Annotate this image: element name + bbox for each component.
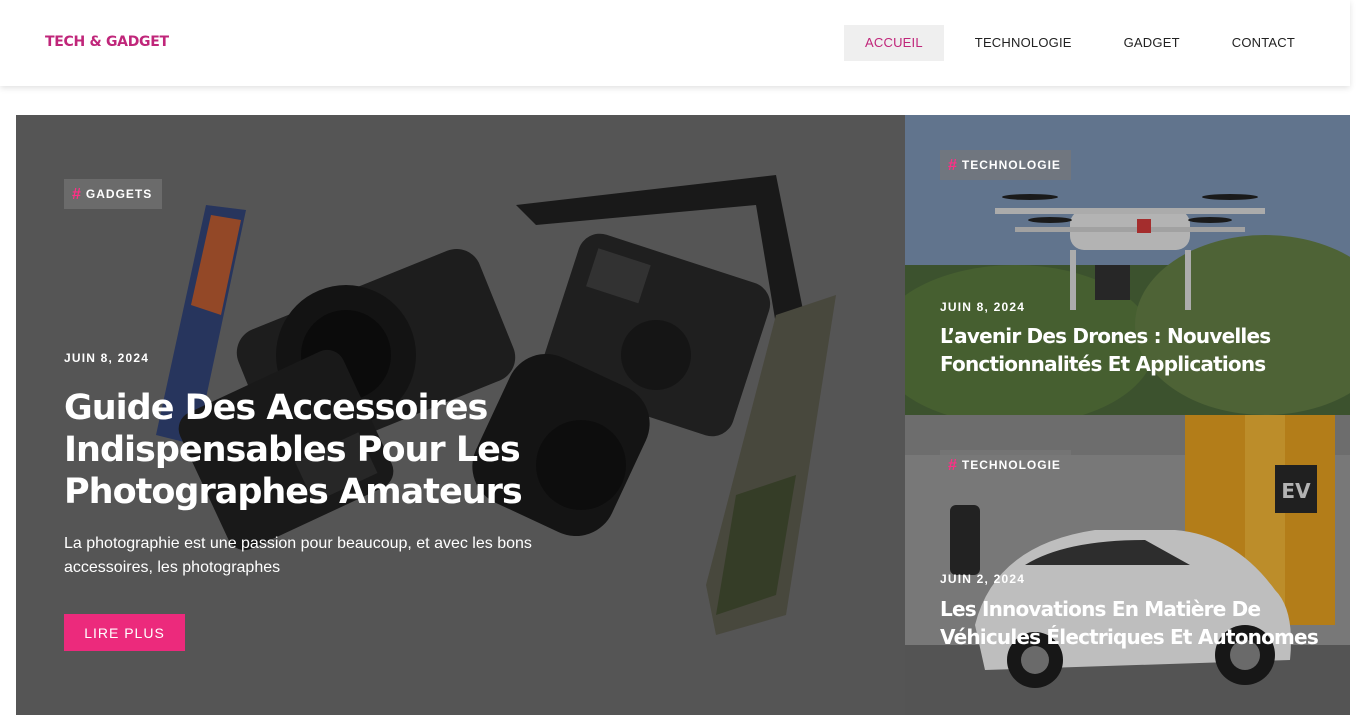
category-tag[interactable]: # TECHNOLOGIE xyxy=(940,450,1071,480)
post-date: JUIN 8, 2024 xyxy=(940,300,1026,314)
post-title[interactable]: L’avenir Des Drones : Nouvelles Fonction… xyxy=(940,322,1330,378)
nav-item-accueil[interactable]: ACCUEIL xyxy=(844,25,944,61)
post-title[interactable]: Guide Des Accessoires Indispensables Pou… xyxy=(64,387,584,513)
post-excerpt: La photographie est une passion pour bea… xyxy=(64,535,532,576)
hash-icon: # xyxy=(948,157,958,174)
post-date: JUIN 2, 2024 xyxy=(940,572,1026,586)
main-nav: ACCUEIL TECHNOLOGIE GADGET CONTACT xyxy=(834,25,1316,61)
post-title[interactable]: Les Innovations En Matière De Véhicules … xyxy=(940,595,1330,651)
side-post-drones[interactable]: # TECHNOLOGIE JUIN 8, 2024 L’avenir Des D… xyxy=(905,115,1350,415)
read-more-button[interactable]: LIRE PLUS xyxy=(64,614,185,651)
hash-icon: # xyxy=(72,186,82,203)
site-header: TECH & GADGET ACCUEIL TECHNOLOGIE GADGET… xyxy=(0,0,1350,86)
hash-icon: # xyxy=(948,457,958,474)
category-tag[interactable]: # TECHNOLOGIE xyxy=(940,150,1071,180)
category-tag-label: TECHNOLOGIE xyxy=(961,458,1061,472)
site-logo[interactable]: TECH & GADGET xyxy=(45,34,169,50)
nav-item-contact[interactable]: CONTACT xyxy=(1211,25,1316,61)
category-tag-label: TECHNOLOGIE xyxy=(961,158,1061,172)
featured-post[interactable]: # GADGETS JUIN 8, 2024 Guide Des Accessoi… xyxy=(16,115,905,715)
nav-item-technologie[interactable]: TECHNOLOGIE xyxy=(954,25,1093,61)
category-tag-label: GADGETS xyxy=(85,187,153,201)
side-post-electric-vehicles[interactable]: EV # TECHNOLOGIE JUIN 2, 2024 Les Innovat… xyxy=(905,415,1350,715)
category-tag[interactable]: # GADGETS xyxy=(64,179,163,209)
post-date: JUIN 8, 2024 xyxy=(64,351,150,365)
nav-item-gadget[interactable]: GADGET xyxy=(1103,25,1201,61)
